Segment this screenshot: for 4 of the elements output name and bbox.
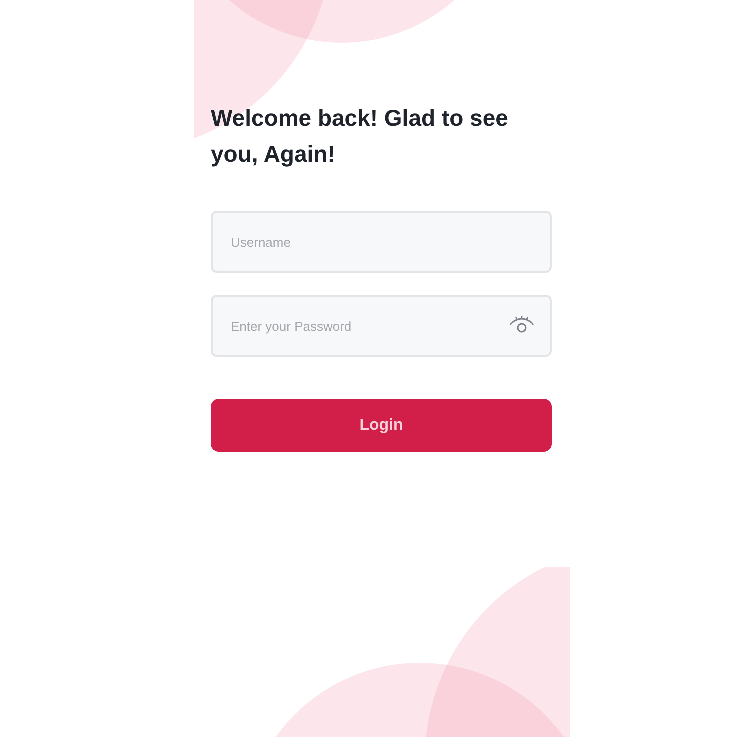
login-button[interactable]: Login: [211, 399, 552, 452]
welcome-heading: Welcome back! Glad to see you, Again!: [211, 104, 510, 169]
password-field[interactable]: Enter your Password: [211, 295, 552, 357]
username-field[interactable]: Username: [211, 211, 552, 273]
